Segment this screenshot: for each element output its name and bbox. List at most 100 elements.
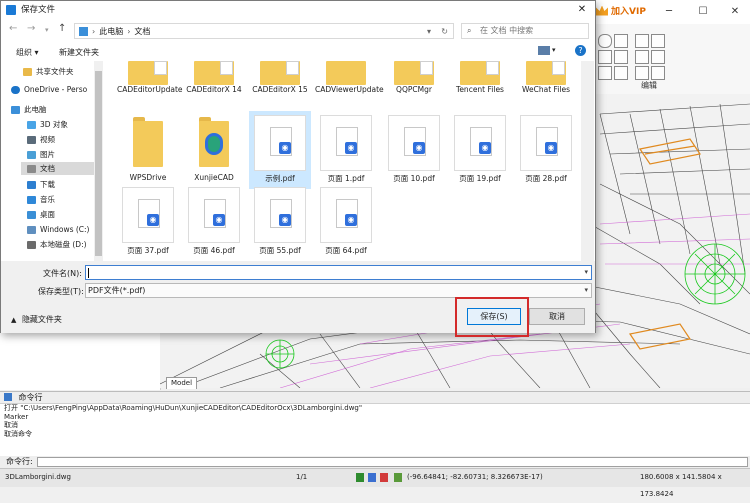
folder-item[interactable]: CADViewerUpdate: [315, 61, 384, 94]
command-output-line: 取消: [4, 421, 18, 430]
sidebar-item-label: 桌面: [40, 210, 55, 219]
back-arrow-icon[interactable]: ←: [9, 23, 17, 34]
file-list: CADEditorUpdate CADEditorX 14 CADEditorX…: [105, 61, 581, 261]
filetype-select[interactable]: PDF文件(*.pdf) ▾: [85, 283, 592, 298]
filename-dropdown-icon[interactable]: ▾: [584, 266, 588, 279]
maximize-button[interactable]: ☐: [690, 2, 716, 20]
status-page-count: 1/1: [296, 473, 308, 481]
app-close-button[interactable]: ✕: [722, 2, 748, 20]
model-tab[interactable]: Model: [166, 377, 198, 389]
mirror-tool-icon[interactable]: [635, 66, 649, 80]
folder-item[interactable]: WPSDrive: [117, 117, 179, 182]
delete-tool-icon[interactable]: [651, 34, 665, 48]
file-name: CADViewerUpdate: [315, 85, 384, 94]
folder-icon: [326, 61, 366, 85]
sidebar-scrollbar-thumb[interactable]: [95, 71, 102, 256]
sidebar-item-windows-c[interactable]: Windows (C:): [27, 223, 89, 236]
hide-folders-toggle[interactable]: ▲ 隐藏文件夹: [11, 314, 62, 325]
pdf-thumbnail: ◉: [388, 115, 440, 171]
address-bar[interactable]: › 此电脑 › 文档 ▾ ↻: [74, 23, 454, 39]
edit-icon[interactable]: [394, 473, 402, 482]
forward-arrow-icon[interactable]: →: [27, 23, 35, 34]
sidebar-item-videos[interactable]: 视频: [27, 133, 55, 146]
sidebar-item-this-pc[interactable]: 此电脑: [11, 103, 47, 116]
offset-tool-icon[interactable]: [651, 66, 665, 80]
breadcrumb-documents[interactable]: 文档: [134, 26, 150, 37]
file-list-scrollbar[interactable]: [581, 61, 594, 261]
minimize-button[interactable]: ─: [656, 2, 682, 20]
scale-tool-icon[interactable]: [614, 66, 628, 80]
status-bar: 3DLamborgini.dwg 1/1 (-96.64841; -82.607…: [0, 468, 750, 498]
command-output-line: Marker: [4, 412, 29, 421]
trim-tool-icon[interactable]: [635, 34, 649, 48]
organize-button[interactable]: 组织 ▾: [16, 47, 39, 58]
refresh-icon[interactable]: ↻: [441, 27, 448, 36]
ortho-icon[interactable]: [368, 473, 376, 482]
file-item[interactable]: ◉ 页面 1.pdf: [315, 115, 377, 183]
sidebar-item-desktop[interactable]: 桌面: [27, 208, 55, 221]
folder-item[interactable]: CADEditorUpdate: [117, 61, 183, 94]
filename-input[interactable]: ▾: [85, 265, 592, 280]
file-item[interactable]: ◉ 页面 64.pdf: [315, 187, 377, 255]
sidebar-item-downloads[interactable]: 下载: [27, 178, 55, 191]
drive-icon: [27, 240, 36, 249]
text-cursor: [88, 268, 89, 278]
cancel-button[interactable]: 取消: [529, 308, 585, 325]
pdf-thumbnail: ◉: [188, 187, 240, 243]
file-item[interactable]: ◉ 页面 19.pdf: [449, 115, 511, 183]
recent-dropdown-icon[interactable]: ▾: [45, 26, 49, 34]
pdf-thumbnail: ◉: [454, 115, 506, 171]
sidebar-item-documents[interactable]: 文档: [21, 162, 99, 175]
folder-item[interactable]: XunjieCAD: [183, 117, 245, 182]
sidebar-item-music[interactable]: 音乐: [27, 193, 55, 206]
highlight-box: [455, 297, 529, 337]
sidebar-item-label: 3D 对象: [40, 120, 68, 129]
sidebar-item-shared-folder[interactable]: 共享文件夹: [23, 65, 74, 78]
breadcrumb-this-pc[interactable]: 此电脑: [99, 26, 123, 37]
hide-folders-label: 隐藏文件夹: [21, 315, 62, 324]
cloud-icon: [11, 85, 20, 94]
file-item[interactable]: ◉ 页面 46.pdf: [183, 187, 245, 255]
line-tool-icon[interactable]: [614, 34, 628, 48]
file-item[interactable]: ◉ 页面 37.pdf: [117, 187, 179, 255]
help-icon[interactable]: ?: [575, 45, 586, 56]
folder-item[interactable]: QQPCMgr: [383, 61, 445, 94]
up-arrow-icon[interactable]: ↑: [58, 23, 66, 34]
dialog-titlebar: 保存文件 ✕: [1, 1, 595, 19]
close-icon[interactable]: ✕: [571, 2, 593, 18]
view-options-icon[interactable]: [538, 46, 550, 55]
file-item[interactable]: ◉ 页面 10.pdf: [383, 115, 445, 183]
sidebar-item-onedrive[interactable]: OneDrive - Perso: [11, 83, 87, 96]
pdf-thumbnail: ◉: [320, 115, 372, 171]
move-tool-icon[interactable]: [651, 50, 665, 64]
address-dropdown-icon[interactable]: ▾: [427, 27, 431, 36]
file-name: WPSDrive: [129, 173, 167, 182]
folder-item[interactable]: WeChat Files: [515, 61, 577, 94]
snap-icon[interactable]: [356, 473, 364, 482]
filetype-label: 保存类型(T):: [38, 287, 84, 296]
polygon-tool-icon[interactable]: [598, 50, 612, 64]
file-item-selected[interactable]: ◉ 示例.pdf: [249, 111, 311, 189]
circle-tool-icon[interactable]: [598, 34, 612, 48]
file-item[interactable]: ◉ 页面 28.pdf: [515, 115, 577, 183]
rotate-tool-icon[interactable]: [598, 66, 612, 80]
folder-item[interactable]: CADEditorX 15: [249, 61, 311, 94]
new-folder-button[interactable]: 新建文件夹: [59, 47, 99, 58]
edit-tool-icon[interactable]: [614, 50, 628, 64]
file-name: 页面 55.pdf: [259, 246, 301, 255]
folder-item[interactable]: Tencent Files: [449, 61, 511, 94]
vip-button[interactable]: 加入VIP: [596, 4, 646, 17]
file-item[interactable]: ◉ 页面 55.pdf: [249, 187, 311, 255]
polar-icon[interactable]: [380, 473, 388, 482]
search-input[interactable]: ⌕ 在 文档 中搜索: [461, 23, 589, 39]
sidebar-item-local-disk-d[interactable]: 本地磁盘 (D:): [27, 238, 87, 251]
folder-item[interactable]: CADEditorX 14: [183, 61, 245, 94]
pdf-app-icon: ◉: [345, 142, 357, 154]
navigation-pane: 共享文件夹 OneDrive - Perso 此电脑 3D 对象 视频 图片 文…: [1, 61, 104, 261]
filetype-dropdown-icon[interactable]: ▾: [584, 284, 588, 297]
sidebar-item-pictures[interactable]: 图片: [27, 148, 55, 161]
command-input[interactable]: [37, 457, 748, 467]
sidebar-item-3d-objects[interactable]: 3D 对象: [27, 118, 68, 131]
copy-tool-icon[interactable]: [635, 50, 649, 64]
view-dropdown-icon[interactable]: ▾: [552, 46, 556, 54]
